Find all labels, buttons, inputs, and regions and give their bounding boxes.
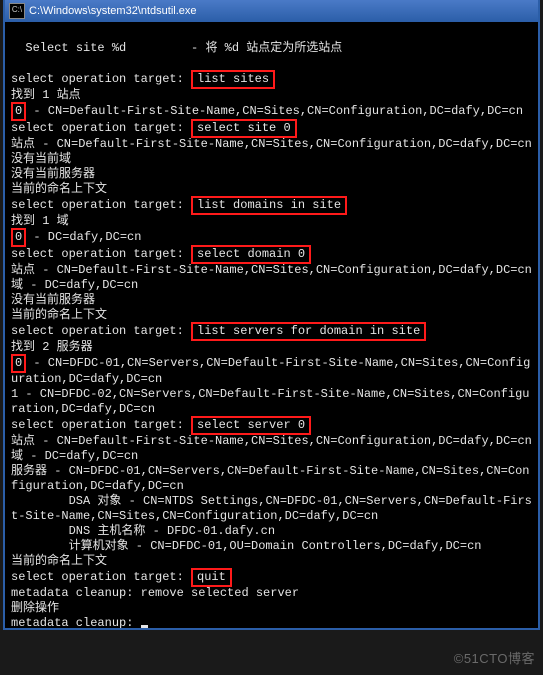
found-servers: 找到 2 服务器 xyxy=(11,340,93,354)
meta-prompt: metadata cleanup: xyxy=(11,616,148,628)
site-selected: 站点 - CN=Default-First-Site-Name,CN=Sites… xyxy=(11,137,532,151)
prompt-line: select operation target: list sites xyxy=(11,72,275,86)
index-0: 0 xyxy=(11,228,26,247)
site-row: 0 - CN=Default-First-Site-Name,CN=Sites,… xyxy=(11,104,523,118)
found-domains: 找到 1 域 xyxy=(11,214,69,228)
window-title: C:\Windows\system32\ntdsutil.exe xyxy=(29,5,534,17)
prompt-line: select operation target: select site 0 xyxy=(11,121,297,135)
cmd-select-site: select site 0 xyxy=(191,119,297,138)
site-selected: 站点 - CN=Default-First-Site-Name,CN=Sites… xyxy=(11,263,532,277)
title-bar[interactable]: C:\ C:\Windows\system32\ntdsutil.exe xyxy=(5,0,538,22)
cmd-list-sites: list sites xyxy=(191,70,275,89)
no-server: 没有当前服务器 xyxy=(11,167,95,181)
cmd-list-domains: list domains in site xyxy=(191,196,347,215)
watermark: ©51CTO博客 xyxy=(454,648,535,667)
prompt-line: select operation target: list domains in… xyxy=(11,198,347,212)
no-server: 没有当前服务器 xyxy=(11,293,95,307)
cursor-icon xyxy=(141,625,148,628)
current-nc: 当前的命名上下文 xyxy=(11,308,107,322)
help-line: Select site %d - 将 %d 站点定为所选站点 xyxy=(11,41,342,55)
found-sites: 找到 1 站点 xyxy=(11,88,81,102)
no-domain: 没有当前域 xyxy=(11,152,71,166)
prompt-line: select operation target: list servers fo… xyxy=(11,324,426,338)
server-selected: 服务器 - CN=DFDC-01,CN=Servers,CN=Default-F… xyxy=(11,464,529,493)
computer-line: 计算机对象 - CN=DFDC-01,OU=Domain Controllers… xyxy=(11,539,481,553)
prompt-line: select operation target: select server 0 xyxy=(11,418,311,432)
server-row-1: 1 - CN=DFDC-02,CN=Servers,CN=Default-Fir… xyxy=(11,387,529,416)
cmd-quit: quit xyxy=(191,568,232,587)
current-nc: 当前的命名上下文 xyxy=(11,554,107,568)
delete-op: 删除操作 xyxy=(11,601,59,615)
server-row-0: 0 - CN=DFDC-01,CN=Servers,CN=Default-Fir… xyxy=(11,356,530,386)
domain-row: 0 - DC=dafy,DC=cn xyxy=(11,230,141,244)
app-icon: C:\ xyxy=(9,3,25,19)
prompt-line: select operation target: select domain 0 xyxy=(11,247,311,261)
terminal-output[interactable]: Select site %d - 将 %d 站点定为所选站点 select op… xyxy=(5,22,538,628)
index-0: 0 xyxy=(11,102,26,121)
index-0: 0 xyxy=(11,354,26,373)
site-selected: 站点 - CN=Default-First-Site-Name,CN=Sites… xyxy=(11,434,532,448)
cmd-list-servers: list servers for domain in site xyxy=(191,322,426,341)
dsa-line: DSA 对象 - CN=NTDS Settings,CN=DFDC-01,CN=… xyxy=(11,494,532,523)
cmd-select-domain: select domain 0 xyxy=(191,245,311,264)
meta-remove: metadata cleanup: remove selected server xyxy=(11,586,299,600)
prompt-line: select operation target: quit xyxy=(11,570,232,584)
cmd-select-server: select server 0 xyxy=(191,416,311,435)
domain-label: 域 - DC=dafy,DC=cn xyxy=(11,278,138,292)
current-nc: 当前的命名上下文 xyxy=(11,182,107,196)
console-window: C:\ C:\Windows\system32\ntdsutil.exe Sel… xyxy=(3,0,540,630)
domain-selected: 域 - DC=dafy,DC=cn xyxy=(11,449,138,463)
dns-line: DNS 主机名称 - DFDC-01.dafy.cn xyxy=(11,524,275,538)
